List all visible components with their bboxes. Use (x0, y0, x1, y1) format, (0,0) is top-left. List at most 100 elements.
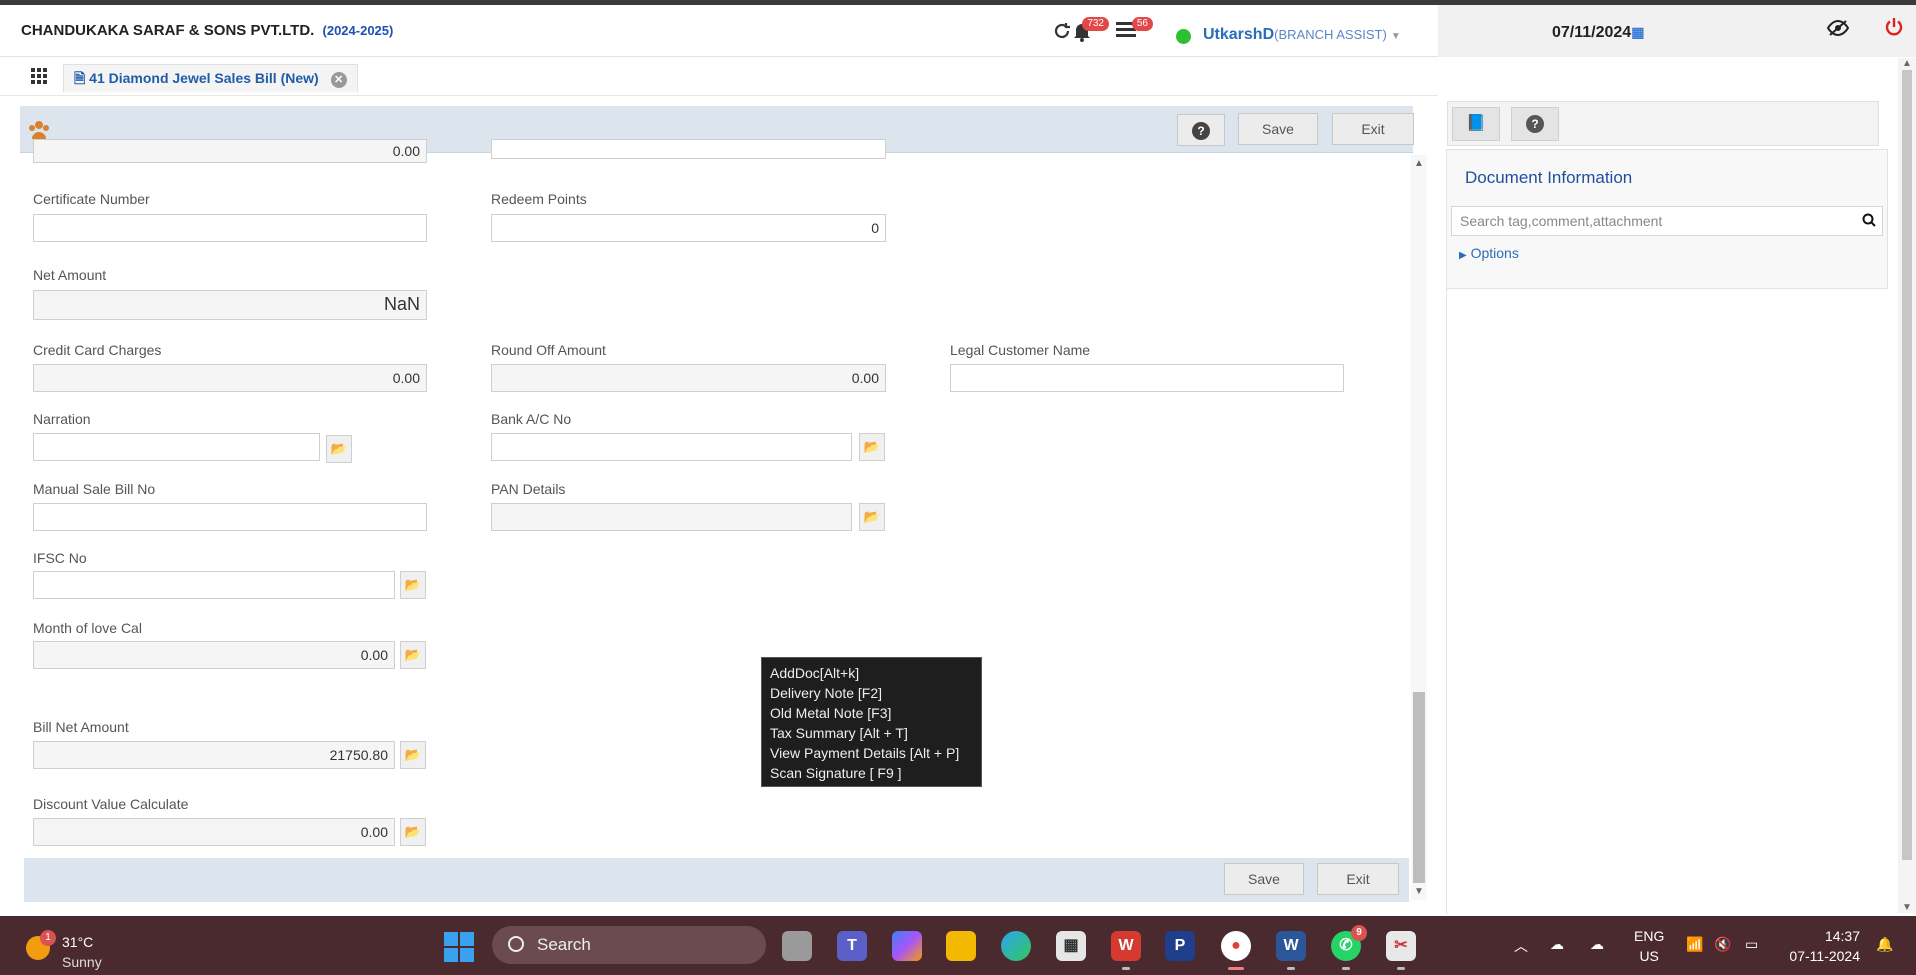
notification-count-badge: 732 (1082, 17, 1109, 31)
parking-app-icon[interactable]: P (1165, 931, 1195, 961)
date-text: 07/11/2024 (1552, 24, 1632, 41)
folder-open-icon: 📂 (863, 509, 881, 524)
manual-sale-bill-no-input[interactable] (33, 503, 427, 531)
net-amount-label: Net Amount (33, 267, 107, 283)
menu-item-tax-summary[interactable]: Tax Summary [Alt + T] (770, 723, 973, 743)
scroll-down-icon[interactable]: ▼ (1414, 886, 1424, 897)
bell-icon[interactable]: 732 (1069, 17, 1109, 45)
round-off-amount-input[interactable]: 0.00 (491, 364, 886, 392)
wifi-icon[interactable]: 📶 (1686, 936, 1703, 953)
month-of-love-cal-input[interactable]: 0.00 (33, 641, 395, 669)
narration-input[interactable] (33, 433, 320, 461)
document-search-input[interactable]: Search tag,comment,attachment (1451, 206, 1883, 236)
help-icon: ? (1192, 122, 1210, 140)
apps-grid-icon[interactable] (31, 68, 49, 84)
edge-icon[interactable] (1001, 931, 1031, 961)
task-list-icon[interactable]: 56 (1113, 17, 1153, 45)
bank-ac-no-input[interactable] (491, 433, 852, 461)
calendar-icon[interactable]: ▦ (1631, 24, 1644, 40)
page-scrollbar-thumb[interactable] (1902, 70, 1912, 860)
tab-diamond-jewel-sales-bill[interactable]: 🗎 41 Diamond Jewel Sales Bill (New) ✕ (63, 64, 358, 92)
windows-start-icon[interactable] (444, 932, 474, 962)
page-scrollbar[interactable]: ▲ ▼ (1898, 58, 1916, 913)
battery-icon[interactable]: ▭ (1745, 936, 1758, 953)
user-menu[interactable]: UtkarshD(BRANCH ASSIST) ▼ (1203, 26, 1401, 44)
form-scrollbar-thumb[interactable] (1413, 692, 1425, 883)
month-of-love-cal-lookup-button[interactable]: 📂 (400, 641, 426, 669)
online-status-indicator (1176, 29, 1191, 44)
discount-value-lookup-button[interactable]: 📂 (400, 818, 426, 846)
footer-save-button[interactable]: Save (1224, 863, 1304, 895)
cloud-sync-icon[interactable]: ☁ (1550, 936, 1564, 953)
menu-item-scan-signature[interactable]: Scan Signature [ F9 ] (770, 763, 973, 783)
shortcut-context-menu: AddDoc[Alt+k] Delivery Note [F2] Old Met… (761, 657, 982, 787)
help-tab[interactable]: ? (1511, 107, 1559, 141)
word-icon[interactable]: W (1276, 931, 1306, 970)
menu-item-adddoc[interactable]: AddDoc[Alt+k] (770, 663, 973, 683)
ifsc-no-input[interactable] (33, 571, 395, 599)
pan-details-lookup-button[interactable]: 📂 (859, 503, 885, 531)
close-icon[interactable]: ✕ (330, 72, 347, 88)
document-tab-bar: 🗎 41 Diamond Jewel Sales Bill (New) ✕ (0, 58, 1438, 96)
teams-icon[interactable]: T (837, 931, 867, 961)
whatsapp-count-badge: 9 (1351, 925, 1367, 941)
bill-net-amount-lookup-button[interactable]: 📂 (400, 741, 426, 769)
narration-lookup-button[interactable]: 📂 (326, 435, 352, 463)
net-amount-input[interactable]: NaN (33, 290, 427, 320)
certificate-number-label: Certificate Number (33, 191, 150, 207)
user-role: (BRANCH ASSIST) (1274, 27, 1387, 42)
notification-bell-icon[interactable]: 🔔 (1876, 936, 1893, 953)
right-panel-divider (1446, 289, 1447, 914)
eye-slash-icon[interactable] (1826, 19, 1850, 43)
search-icon[interactable] (1862, 213, 1876, 227)
partial-text-field[interactable] (491, 139, 886, 159)
folder-open-icon: 📂 (404, 824, 422, 839)
chevron-down-icon: ▼ (1390, 31, 1401, 42)
file-explorer-icon[interactable] (946, 931, 976, 961)
chevron-up-icon[interactable]: ︿ (1514, 936, 1528, 956)
volume-muted-icon[interactable]: 🔇 (1714, 936, 1731, 953)
certificate-number-input[interactable] (33, 214, 427, 242)
scroll-up-icon[interactable]: ▲ (1414, 158, 1424, 169)
power-icon[interactable] (1884, 17, 1904, 43)
partial-amount-field[interactable]: 0.00 (33, 139, 427, 163)
copilot-icon[interactable] (892, 931, 922, 961)
wps-office-icon[interactable]: W (1111, 931, 1141, 970)
menu-item-delivery-note[interactable]: Delivery Note [F2] (770, 683, 973, 703)
bill-net-amount-input[interactable]: 21750.80 (33, 741, 395, 769)
exit-button[interactable]: Exit (1332, 113, 1414, 145)
menu-item-view-payment-details[interactable]: View Payment Details [Alt + P] (770, 743, 973, 763)
ifsc-no-label: IFSC No (33, 550, 87, 566)
discount-value-calculate-label: Discount Value Calculate (33, 796, 189, 812)
temperature: 31°C (62, 934, 94, 950)
credit-card-charges-label: Credit Card Charges (33, 342, 162, 358)
help-button[interactable]: ? (1177, 114, 1225, 146)
form-scrollbar[interactable]: ▲ ▼ (1411, 155, 1427, 900)
discount-value-calculate-input[interactable]: 0.00 (33, 818, 395, 846)
pan-details-input[interactable] (491, 503, 852, 531)
taskbar-search[interactable]: Search (492, 926, 766, 964)
redeem-points-input[interactable]: 0 (491, 214, 886, 242)
chrome-icon[interactable]: ● (1221, 931, 1251, 970)
ifsc-lookup-button[interactable]: 📂 (400, 571, 426, 599)
current-date[interactable]: 07/11/2024▦ (1552, 24, 1644, 42)
whatsapp-icon[interactable]: ✆ 9 (1331, 925, 1367, 970)
menu-item-old-metal-note[interactable]: Old Metal Note [F3] (770, 703, 973, 723)
page-scroll-down-icon[interactable]: ▼ (1902, 902, 1912, 913)
book-tab[interactable]: 📘 (1452, 107, 1500, 141)
credit-card-charges-input[interactable]: 0.00 (33, 364, 427, 392)
task-count-badge: 56 (1131, 17, 1153, 31)
bank-ac-lookup-button[interactable]: 📂 (859, 433, 885, 461)
onedrive-icon[interactable]: ☁ (1590, 936, 1604, 953)
store-icon[interactable]: ▦ (1056, 931, 1086, 961)
narration-label: Narration (33, 411, 91, 427)
legal-customer-name-input[interactable] (950, 364, 1344, 392)
page-scroll-up-icon[interactable]: ▲ (1902, 58, 1912, 69)
save-button[interactable]: Save (1238, 113, 1318, 145)
language-indicator[interactable]: ENG US (1634, 926, 1664, 966)
options-toggle[interactable]: ▶ Options (1459, 245, 1519, 261)
footer-exit-button[interactable]: Exit (1317, 863, 1399, 895)
system-clock[interactable]: 14:37 07-11-2024 (1785, 926, 1860, 966)
snipping-tool-icon[interactable]: ✂ (1386, 931, 1416, 970)
task-view-icon[interactable] (782, 931, 812, 961)
